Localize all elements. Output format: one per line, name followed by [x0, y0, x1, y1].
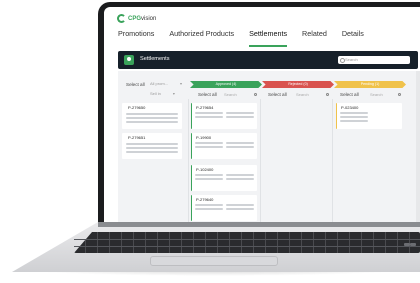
card-id: P-279651: [128, 135, 146, 140]
card-line: [226, 174, 254, 176]
tab-authorized-products[interactable]: Authorized Products: [169, 29, 234, 43]
column-select-all[interactable]: Select all: [198, 92, 217, 97]
card-line: [226, 112, 254, 114]
column-select-all[interactable]: Select all: [268, 92, 287, 97]
keyboard-row-divider: [74, 246, 420, 247]
stage-pending[interactable]: Pending (1): [334, 81, 406, 88]
card-line: [340, 116, 368, 118]
card-id: P-279640: [196, 197, 214, 202]
card-line: [126, 151, 178, 153]
card-line: [195, 116, 223, 118]
card-line: [126, 113, 178, 115]
settlements-title: Settlements: [140, 56, 170, 62]
stage-approved[interactable]: Approved (4): [190, 81, 262, 88]
card-line: [195, 208, 223, 210]
keyboard-row-divider: [74, 239, 420, 240]
tab-promotions[interactable]: Promotions: [118, 29, 154, 43]
logo-icon: [117, 14, 126, 23]
settlement-card[interactable]: P-19900: [191, 133, 257, 159]
card-line: [195, 146, 223, 148]
card-id: P-279650: [128, 105, 146, 110]
card-id: P-023400: [341, 105, 359, 110]
logo-rest: vision: [141, 15, 157, 22]
search-icon[interactable]: [254, 93, 257, 96]
card-line: [195, 112, 223, 114]
app-logo[interactable]: CPGvision: [117, 14, 156, 23]
card-line: [340, 112, 368, 114]
usb-port-icon: [410, 243, 416, 246]
card-line: [340, 120, 368, 122]
board-scroll-edge: [416, 71, 420, 222]
search-icon[interactable]: [398, 93, 401, 96]
card-line: [195, 178, 223, 180]
settlements-search-input[interactable]: Search: [338, 56, 410, 64]
card-line: [195, 204, 223, 206]
card-line: [126, 117, 178, 119]
settlement-card[interactable]: P-279650: [122, 103, 182, 129]
card-line: [126, 143, 178, 145]
column-search-input[interactable]: Search: [296, 92, 309, 97]
settlements-icon: [124, 55, 134, 65]
column-divider: [332, 99, 333, 222]
laptop-hinge: [98, 222, 420, 227]
settlement-card[interactable]: P-279654: [191, 103, 257, 129]
card-id: P-19900: [196, 135, 212, 140]
select-all-checkbox[interactable]: Select all: [126, 82, 145, 87]
card-line: [126, 121, 178, 123]
column-divider: [188, 99, 189, 222]
card-line: [126, 147, 178, 149]
laptop-keyboard: [74, 232, 420, 253]
settlement-card[interactable]: P-279640: [191, 195, 257, 221]
settlement-card[interactable]: P-279651: [122, 133, 182, 159]
column-select-all[interactable]: Select all: [340, 92, 359, 97]
card-line: [226, 178, 254, 180]
tab-related[interactable]: Related: [302, 29, 327, 43]
card-line: [226, 142, 254, 144]
card-line: [226, 208, 254, 210]
card-line: [195, 142, 223, 144]
column-search-input[interactable]: Search: [370, 92, 383, 97]
logo-brand: CPG: [128, 15, 142, 22]
laptop-trackpad: [150, 256, 278, 266]
card-id: P-279654: [196, 105, 214, 110]
column-search-input[interactable]: Search: [224, 92, 237, 97]
card-line: [226, 116, 254, 118]
settlement-card[interactable]: P-102400: [191, 165, 257, 191]
promotion-filter-dropdown[interactable]: All prom...: [150, 81, 182, 86]
main-tabs: Promotions Authorized Products Settlemen…: [118, 29, 418, 47]
settlement-card[interactable]: P-023400: [336, 103, 402, 129]
card-line: [226, 204, 254, 206]
laptop-screen: CPGvision Promotions Authorized Products…: [104, 7, 420, 222]
card-line: [226, 146, 254, 148]
stage-rejected[interactable]: Rejected (0): [262, 81, 334, 88]
tab-settlements[interactable]: Settlements: [249, 29, 287, 47]
card-line: [195, 174, 223, 176]
settlements-board: Select all All prom... Sell in Approved …: [118, 71, 418, 222]
search-icon[interactable]: [326, 93, 329, 96]
column-divider: [260, 99, 261, 222]
tab-details[interactable]: Details: [342, 29, 364, 43]
card-id: P-102400: [196, 167, 214, 172]
type-filter-dropdown[interactable]: Sell in: [150, 91, 175, 96]
settlements-header-bar: Settlements Search: [118, 51, 418, 69]
